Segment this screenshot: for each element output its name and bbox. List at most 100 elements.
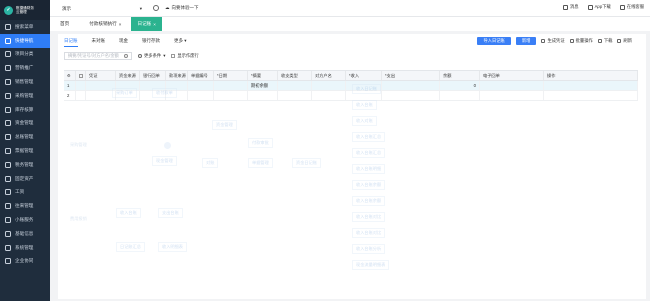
tab-payment-verify[interactable]: 付款核销执行 × bbox=[79, 17, 131, 31]
cell[interactable] bbox=[278, 91, 312, 100]
cell[interactable] bbox=[382, 91, 440, 100]
col-e-receipt[interactable]: 电子回单 bbox=[480, 71, 544, 80]
trial-link[interactable]: ☁ 向要体验一下 bbox=[165, 5, 199, 11]
col-fund-source[interactable]: 资金来源 bbox=[116, 71, 140, 80]
sidebar-item-ledger[interactable]: 总账管理 bbox=[0, 130, 50, 144]
refresh-button[interactable]: 刷新 bbox=[617, 38, 632, 44]
sidebar-item-inventory[interactable]: 库存核算 bbox=[0, 103, 50, 117]
cell[interactable] bbox=[544, 81, 638, 90]
cell[interactable] bbox=[86, 91, 116, 100]
download-button[interactable]: 下载 bbox=[597, 38, 612, 44]
cell[interactable] bbox=[140, 81, 166, 90]
sidebar-item-basic-info[interactable]: 基础信息 bbox=[0, 227, 50, 241]
cell[interactable] bbox=[346, 91, 382, 100]
sidebar-item-accounts[interactable]: 往来管理 bbox=[0, 199, 50, 213]
sidebar-item-payroll[interactable]: 工资 bbox=[0, 186, 50, 200]
col-type[interactable]: 收支类型 bbox=[278, 71, 312, 80]
cell[interactable] bbox=[116, 91, 140, 100]
row-checkbox[interactable] bbox=[76, 81, 86, 90]
cell[interactable] bbox=[166, 81, 188, 90]
cell[interactable] bbox=[544, 91, 638, 100]
sidebar-item-collab[interactable]: 企业协同 bbox=[0, 255, 50, 269]
cell[interactable] bbox=[312, 91, 346, 100]
subtab-unreconciled[interactable]: 未对账 bbox=[92, 38, 106, 47]
download-icon bbox=[597, 39, 602, 43]
batch-operation-button[interactable]: 批量操作 bbox=[569, 38, 593, 44]
phone-icon bbox=[587, 4, 593, 10]
sidebar-item-purchase[interactable]: 采购管理 bbox=[0, 89, 50, 103]
cell[interactable] bbox=[188, 91, 214, 100]
sidebar-item-label: 企业协同 bbox=[15, 258, 34, 264]
col-bank-receipt[interactable]: 银行回单 bbox=[140, 71, 166, 80]
sidebar-item-system[interactable]: 系统管理 bbox=[0, 241, 50, 255]
cell[interactable] bbox=[480, 81, 544, 90]
cell[interactable] bbox=[214, 81, 248, 90]
sidebar: ✓ 账捷通财务 云管理 搜索菜单 快捷导航 项目分类 营销推广 销售管理 采购管… bbox=[0, 0, 50, 301]
col-balance[interactable]: 余额 bbox=[440, 71, 480, 80]
subtab-cash[interactable]: 现金 bbox=[119, 38, 128, 47]
import-journal-button[interactable]: 导入日记账 bbox=[477, 37, 511, 45]
cell[interactable] bbox=[440, 91, 480, 100]
cell[interactable] bbox=[116, 81, 140, 90]
generate-voucher-button[interactable]: 生成凭证 bbox=[541, 38, 565, 44]
row-index: 2 bbox=[64, 91, 76, 100]
col-income[interactable]: *收入 bbox=[346, 71, 382, 80]
sidebar-item-assets[interactable]: 固定资产 bbox=[0, 172, 50, 186]
add-button[interactable]: 新增 bbox=[515, 37, 537, 45]
col-date[interactable]: *日期 bbox=[214, 71, 248, 80]
subtab-journal[interactable]: 日记账 bbox=[64, 38, 78, 47]
table-row[interactable]: 1 期初余额 0 bbox=[64, 81, 638, 91]
cell[interactable] bbox=[382, 81, 440, 90]
cell[interactable] bbox=[278, 81, 312, 90]
settings-icon[interactable] bbox=[153, 5, 159, 11]
cell-balance: 0 bbox=[440, 81, 480, 90]
table-row[interactable]: 2 bbox=[64, 91, 638, 101]
cell[interactable] bbox=[188, 81, 214, 90]
more-filters-button[interactable]: 更多条件 ▾ bbox=[138, 53, 165, 59]
app-download-button[interactable]: App下载 bbox=[587, 4, 611, 10]
cell[interactable] bbox=[140, 91, 166, 100]
messages-button[interactable]: 消息 bbox=[562, 4, 579, 10]
cell[interactable] bbox=[86, 81, 116, 90]
search-input[interactable]: 摘要/凭证号/对方户名/金额 bbox=[64, 52, 132, 60]
sidebar-item-project[interactable]: 项目分类 bbox=[0, 48, 50, 62]
sidebar-item-marketing[interactable]: 营销推广 bbox=[0, 61, 50, 75]
company-select[interactable]: 演示 ▾ bbox=[62, 4, 142, 13]
app-logo[interactable]: ✓ 账捷通财务 云管理 bbox=[0, 0, 50, 20]
tab-journal[interactable]: 日记账 × bbox=[131, 17, 162, 31]
row-checkbox[interactable] bbox=[76, 91, 86, 100]
tab-home[interactable]: 首页 bbox=[50, 17, 79, 31]
sidebar-item-search[interactable]: 搜索菜单 bbox=[0, 20, 50, 34]
column-settings-icon[interactable]: ⚙ bbox=[64, 71, 76, 80]
col-summary[interactable]: *摘要 bbox=[248, 71, 278, 80]
cell-summary[interactable]: 期初余额 bbox=[248, 81, 278, 90]
cell[interactable] bbox=[480, 91, 544, 100]
cell[interactable] bbox=[248, 91, 278, 100]
col-doc-number[interactable]: 单据编号 bbox=[188, 71, 214, 80]
subtab-bank[interactable]: 银行存款 bbox=[142, 38, 160, 47]
cell[interactable] bbox=[166, 91, 188, 100]
close-icon[interactable]: × bbox=[153, 22, 156, 27]
select-all-checkbox[interactable] bbox=[76, 71, 86, 80]
cell[interactable] bbox=[346, 81, 382, 90]
gear-icon bbox=[5, 244, 11, 251]
info-icon bbox=[5, 230, 11, 237]
sidebar-item-funds[interactable]: 资金管理 bbox=[0, 117, 50, 131]
sidebar-item-sales[interactable]: 销售管理 bbox=[0, 75, 50, 89]
col-item-source[interactable]: 款项来源 bbox=[166, 71, 188, 80]
sidebar-item-tax[interactable]: 税务管理 bbox=[0, 158, 50, 172]
sidebar-item-quick-nav[interactable]: 快捷导航 bbox=[0, 33, 50, 48]
close-icon[interactable]: × bbox=[119, 22, 122, 27]
col-voucher[interactable]: 凭证 bbox=[86, 71, 116, 80]
cell[interactable] bbox=[312, 81, 346, 90]
col-counterparty[interactable]: 对方户名 bbox=[312, 71, 346, 80]
col-expense[interactable]: *支出 bbox=[382, 71, 440, 80]
subtab-more[interactable]: 更多 ▾ bbox=[174, 38, 187, 47]
show-void-checkbox[interactable]: 显示作废行 bbox=[171, 53, 199, 59]
sidebar-item-label: 固定资产 bbox=[15, 175, 34, 181]
sidebar-item-bills[interactable]: 票据管理 bbox=[0, 144, 50, 158]
search-icon[interactable] bbox=[124, 54, 128, 58]
online-support-button[interactable]: 在线客服 bbox=[619, 4, 644, 10]
cell[interactable] bbox=[214, 91, 248, 100]
sidebar-item-small-services[interactable]: 小账服务 bbox=[0, 213, 50, 227]
